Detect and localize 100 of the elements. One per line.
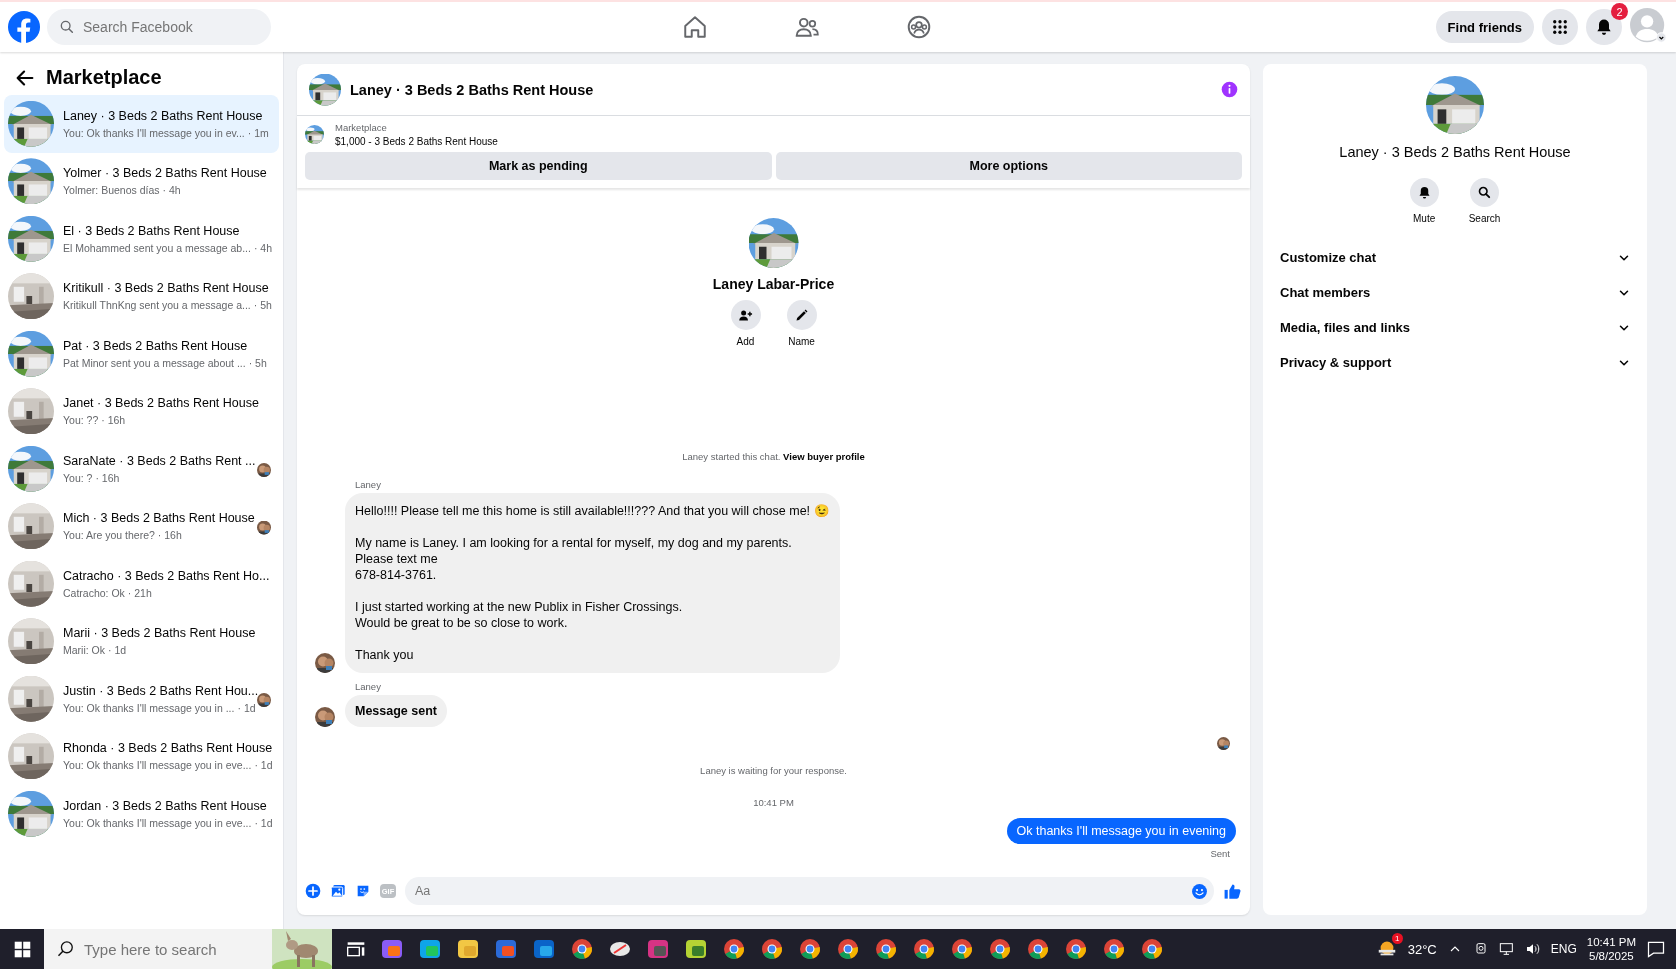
app-icon[interactable] bbox=[1064, 937, 1088, 961]
app-icon[interactable] bbox=[456, 937, 480, 961]
section-toggle[interactable]: Media, files and links bbox=[1279, 310, 1631, 345]
conversation-title: Kritikull · 3 Beds 2 Baths Rent House bbox=[63, 281, 270, 296]
message-field[interactable]: Aa bbox=[405, 877, 1214, 905]
conversation-title: Catracho · 3 Beds 2 Baths Rent Ho... bbox=[63, 568, 270, 583]
add-icon[interactable] bbox=[305, 883, 321, 899]
app-icon[interactable] bbox=[1140, 937, 1164, 961]
home-icon[interactable] bbox=[681, 14, 708, 40]
conversation-item[interactable]: Kritikull · 3 Beds 2 Baths Rent House Kritikull ThnKng sent you a message a... · 5h bbox=[4, 267, 279, 325]
like-icon[interactable] bbox=[1223, 881, 1242, 901]
message-preview: El Mohammed sent you a message ab... bbox=[63, 241, 251, 254]
buyer-profile-link[interactable]: View buyer profile bbox=[783, 451, 865, 462]
app-icon[interactable] bbox=[684, 937, 708, 961]
conversation-title: Mich · 3 Beds 2 Baths Rent House bbox=[63, 511, 255, 526]
conversation-item[interactable]: Mich · 3 Beds 2 Baths Rent House You: Are you there? · 16h bbox=[4, 497, 279, 555]
conversation-item[interactable]: Justin · 3 Beds 2 Baths Rent Hou... You: Ok thanks I'll message you in ... · 1d bbox=[4, 670, 279, 728]
edit-name-button[interactable] bbox=[786, 300, 817, 330]
message-bubble: Message sent bbox=[345, 695, 447, 727]
add-person-button[interactable] bbox=[730, 300, 761, 330]
app-icon[interactable] bbox=[760, 937, 784, 961]
message-status: Sent bbox=[1210, 848, 1230, 859]
listing-title: $1,000 - 3 Beds 2 Baths Rent House bbox=[335, 136, 498, 147]
message-time: · 1d bbox=[237, 701, 256, 714]
message-bubble: Ok thanks I'll message you in evening bbox=[1006, 818, 1236, 844]
clock-time[interactable]: 10:41 PM bbox=[1586, 936, 1636, 948]
search-icon bbox=[59, 19, 75, 35]
find-friends-button[interactable]: Find friends bbox=[1435, 11, 1534, 43]
message-preview: You: ?? bbox=[63, 414, 99, 427]
info-icon[interactable] bbox=[1221, 81, 1238, 98]
app-icon[interactable] bbox=[988, 937, 1012, 961]
groups-icon[interactable] bbox=[905, 14, 932, 40]
conversation-item[interactable]: Yolmer · 3 Beds 2 Baths Rent House Yolmer: Buenos días · 4h bbox=[4, 152, 279, 210]
message-time: · 5h bbox=[248, 356, 267, 369]
conversation-title: Marii · 3 Beds 2 Baths Rent House bbox=[63, 626, 256, 641]
conversation-item[interactable]: Pat · 3 Beds 2 Baths Rent House Pat Minor sent you a message about ... · 5h bbox=[4, 325, 279, 383]
image-icon[interactable] bbox=[330, 883, 346, 899]
action-label: Add bbox=[736, 336, 755, 347]
profile-name: Laney Labar-Price bbox=[712, 276, 835, 292]
app-icon[interactable] bbox=[722, 937, 746, 961]
conversation-title: SaraNate · 3 Beds 2 Baths Rent ... bbox=[63, 453, 256, 468]
notification-badge: 2 bbox=[1611, 3, 1628, 20]
conversation-item[interactable]: Laney · 3 Beds 2 Baths Rent House You: Ok thanks I'll message you in ev... · 1m bbox=[4, 95, 279, 153]
section-toggle[interactable]: Privacy & support bbox=[1279, 345, 1631, 380]
app-icon[interactable] bbox=[836, 937, 860, 961]
conversation-title: Laney · 3 Beds 2 Baths Rent House bbox=[1339, 144, 1571, 160]
conversation-item[interactable]: Jordan · 3 Beds 2 Baths Rent House You: Ok thanks I'll message you in eve... · 1d bbox=[4, 785, 279, 843]
language-indicator[interactable]: ENG bbox=[1550, 942, 1577, 956]
emoji-icon[interactable] bbox=[1191, 882, 1208, 900]
taskbar-search-field[interactable]: Type here to search bbox=[44, 929, 272, 969]
conversation-item[interactable]: Catracho · 3 Beds 2 Baths Rent Ho... Catracho: Ok · 21h bbox=[4, 555, 279, 613]
section-toggle[interactable]: Chat members bbox=[1279, 275, 1631, 310]
message-time: · 1d bbox=[254, 816, 273, 829]
app-icon[interactable] bbox=[532, 937, 556, 961]
conversation-item[interactable]: Marii · 3 Beds 2 Baths Rent House Marii: Ok · 1d bbox=[4, 612, 279, 670]
grid-icon bbox=[1551, 18, 1569, 36]
app-icon[interactable] bbox=[950, 937, 974, 961]
app-icon[interactable] bbox=[418, 937, 442, 961]
app-icon[interactable] bbox=[380, 937, 404, 961]
message-time: · 16h bbox=[101, 414, 126, 427]
volume-icon[interactable] bbox=[1524, 941, 1541, 957]
action-label: Search bbox=[1468, 213, 1501, 224]
logo-icon[interactable] bbox=[8, 11, 40, 43]
conversation-item[interactable]: Janet · 3 Beds 2 Baths Rent House You: ?? · 16h bbox=[4, 382, 279, 440]
task-view-icon[interactable] bbox=[346, 939, 366, 959]
section-toggle[interactable]: Customize chat bbox=[1279, 240, 1631, 275]
search-icon bbox=[1477, 185, 1492, 200]
app-icon[interactable] bbox=[1026, 937, 1050, 961]
chat-title: Laney · 3 Beds 2 Baths Rent House bbox=[350, 81, 595, 98]
mute-button[interactable] bbox=[1409, 178, 1439, 207]
search-button[interactable] bbox=[1470, 178, 1499, 207]
app-icon[interactable] bbox=[570, 937, 594, 961]
notifications-button[interactable] bbox=[1586, 9, 1622, 45]
app-icon[interactable] bbox=[874, 937, 898, 961]
app-icon[interactable] bbox=[798, 937, 822, 961]
chat-notice: Laney started this chat. View buyer profile bbox=[682, 451, 865, 462]
app-icon[interactable] bbox=[912, 937, 936, 961]
conversation-title: Yolmer · 3 Beds 2 Baths Rent House bbox=[63, 166, 267, 181]
start-icon[interactable] bbox=[13, 940, 31, 958]
search-icon bbox=[56, 939, 76, 959]
sidebar-title: Marketplace bbox=[46, 66, 162, 89]
message-time: · 21h bbox=[127, 586, 152, 599]
search-field[interactable]: Search Facebook bbox=[47, 9, 271, 45]
conversation-title: Laney · 3 Beds 2 Baths Rent House bbox=[63, 108, 264, 123]
sticker-icon[interactable] bbox=[355, 883, 371, 899]
conversation-item[interactable]: Rhonda · 3 Beds 2 Baths Rent House You: Ok thanks I'll message you in eve... · 1d bbox=[4, 727, 279, 785]
message-preview: You: ? bbox=[63, 471, 93, 484]
listing-action-button[interactable]: More options bbox=[775, 152, 1242, 180]
conversation-title: Justin · 3 Beds 2 Baths Rent Hou... bbox=[63, 683, 259, 698]
message-preview: Catracho: Ok bbox=[63, 586, 125, 599]
notification-center-icon[interactable] bbox=[1646, 939, 1666, 959]
menu-button[interactable] bbox=[1542, 9, 1578, 45]
clock-date[interactable]: 5/8/2025 bbox=[1589, 950, 1634, 962]
conversation-item[interactable]: El · 3 Beds 2 Baths Rent House El Mohammed sent you a message ab... · 4h bbox=[4, 210, 279, 268]
conversation-title: El · 3 Beds 2 Baths Rent House bbox=[63, 223, 241, 238]
message-time: · 1m bbox=[247, 126, 269, 139]
conversation-item[interactable]: SaraNate · 3 Beds 2 Baths Rent ... You: ? · 16h bbox=[4, 440, 279, 498]
network-icon[interactable] bbox=[1498, 941, 1515, 957]
listing-action-button[interactable]: Mark as pending bbox=[305, 152, 772, 180]
app-icon[interactable] bbox=[1102, 937, 1126, 961]
